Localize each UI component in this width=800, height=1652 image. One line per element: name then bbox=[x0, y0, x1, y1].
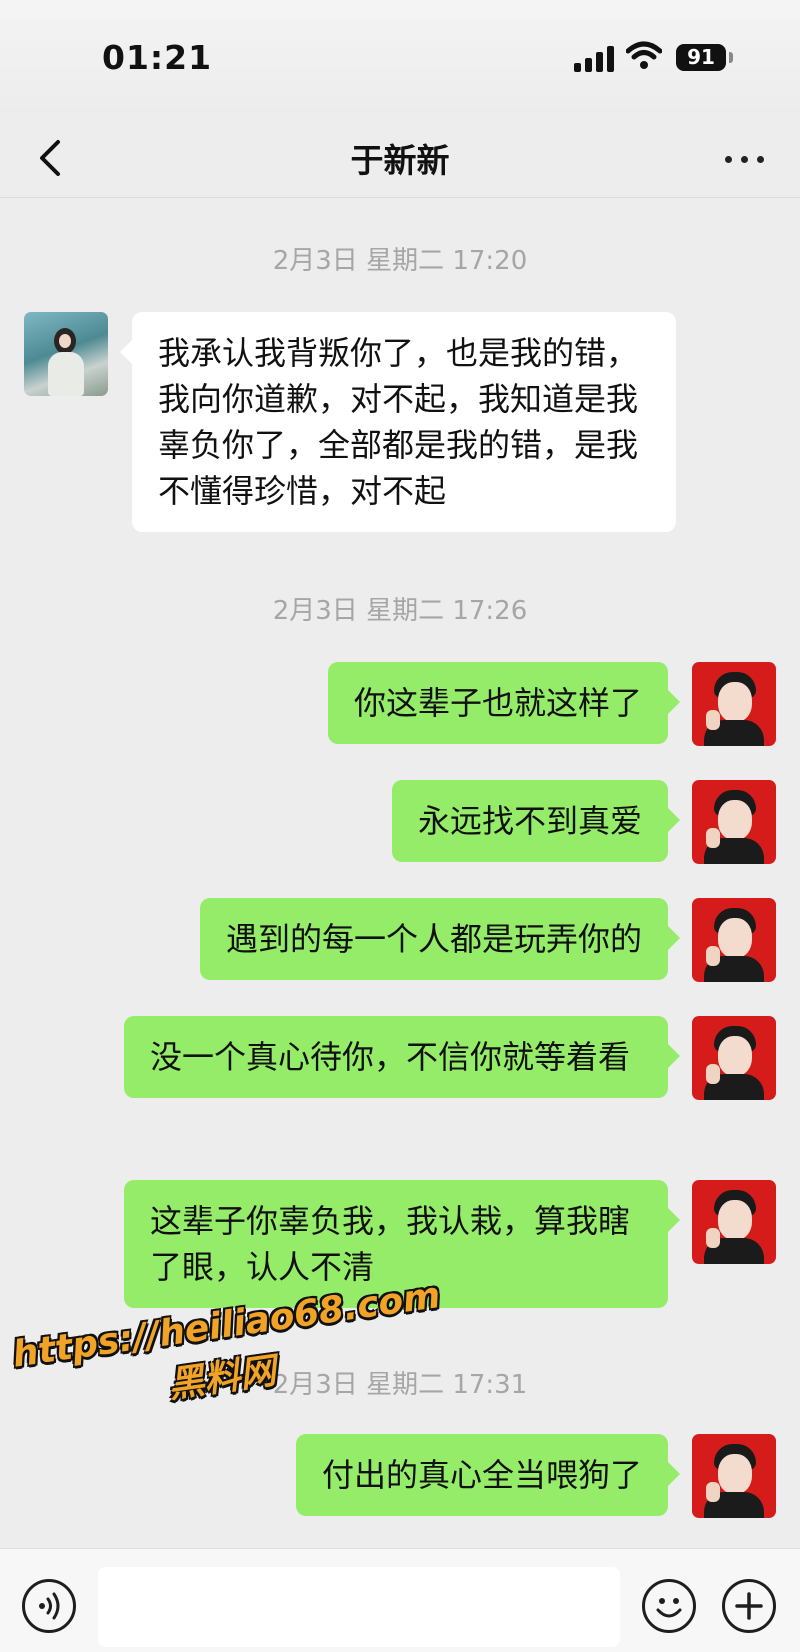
more-dots-icon[interactable] bbox=[720, 140, 770, 176]
outgoing-message[interactable]: 你这辈子也就这样了 bbox=[327, 662, 681, 744]
input-bar bbox=[0, 1548, 800, 1652]
chat-title: 于新新 bbox=[350, 141, 450, 180]
message-timestamp: 2月3日 星期二 17:20 bbox=[272, 246, 528, 276]
outgoing-message[interactable]: 遇到的每一个人都是玩弄你的 bbox=[199, 898, 681, 980]
message-input[interactable] bbox=[98, 1567, 620, 1647]
my-avatar[interactable] bbox=[692, 898, 776, 982]
outgoing-message[interactable]: 永远找不到真爱 bbox=[391, 780, 681, 862]
signal-icon bbox=[574, 44, 616, 72]
my-avatar[interactable] bbox=[692, 662, 776, 746]
status-bar: 01:21 91 bbox=[0, 0, 800, 118]
contact-avatar[interactable] bbox=[24, 312, 108, 396]
watermark: https://heiliao68.com 黑料网 bbox=[10, 1275, 443, 1454]
my-avatar[interactable] bbox=[692, 1016, 776, 1100]
chat-header: 于新新 bbox=[0, 118, 800, 198]
my-avatar[interactable] bbox=[692, 1180, 776, 1264]
message-timestamp: 2月3日 星期二 17:26 bbox=[272, 596, 528, 626]
battery-tip bbox=[729, 52, 733, 63]
battery-icon: 91 bbox=[676, 44, 726, 71]
outgoing-message[interactable]: 没一个真心待你，不信你就等着看 bbox=[124, 1016, 680, 1098]
wifi-icon bbox=[626, 41, 662, 69]
voice-icon[interactable] bbox=[22, 1579, 76, 1633]
status-time: 01:21 bbox=[102, 38, 213, 77]
emoji-icon[interactable] bbox=[642, 1579, 696, 1633]
outgoing-message[interactable]: 付出的真心全当喂狗了 bbox=[295, 1434, 681, 1516]
my-avatar[interactable] bbox=[692, 780, 776, 864]
my-avatar[interactable] bbox=[692, 1434, 776, 1518]
incoming-message[interactable]: 我承认我背叛你了，也是我的错，我向你道歉，对不起，我知道是我辜负你了，全部都是我… bbox=[120, 312, 676, 532]
plus-icon[interactable] bbox=[722, 1579, 776, 1633]
